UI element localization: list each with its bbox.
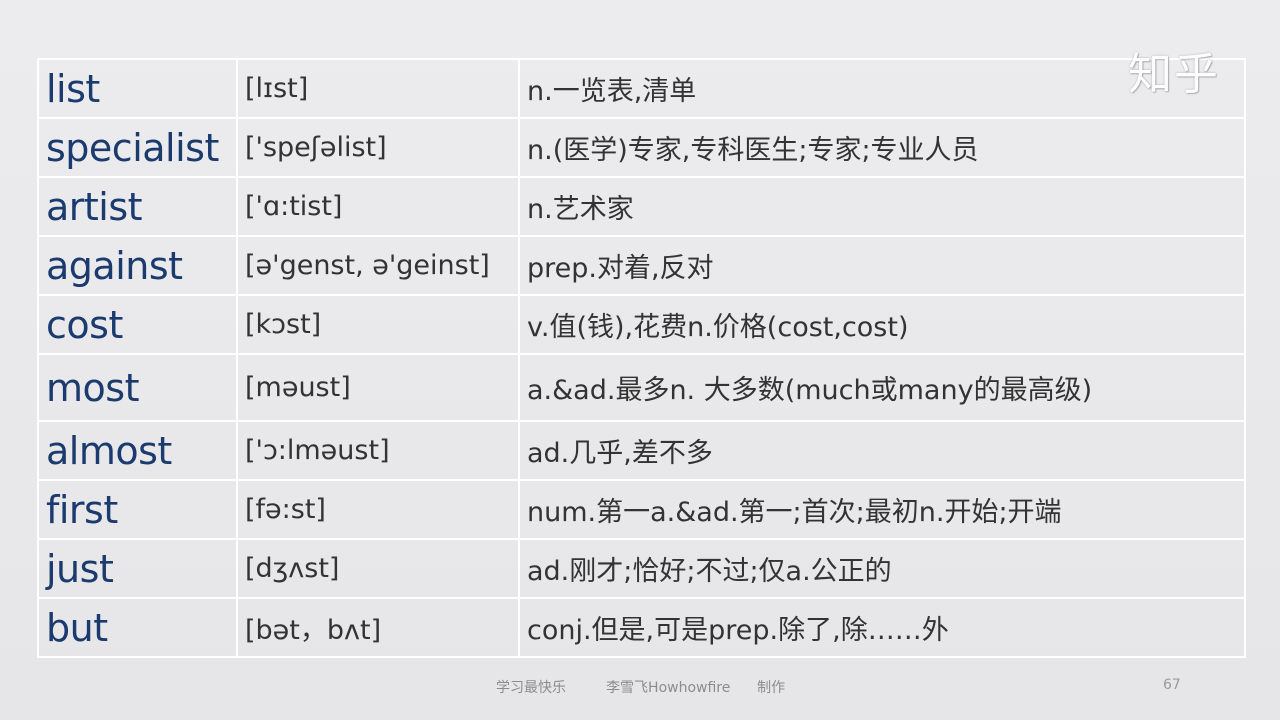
phonetic-cell: [məust] — [236, 353, 520, 422]
table-row: first [fə:st] num.第一a.&ad.第一;首次;最初n.开始;开… — [37, 479, 1246, 540]
table-row: but [bət，bʌt] conj.但是,可是prep.除了,除……外 — [37, 597, 1246, 658]
meaning-cell: a.&ad.最多n. 大多数(much或many的最高级) — [518, 353, 1246, 422]
meaning-cell: n.艺术家 — [518, 176, 1246, 237]
footer-slogan: 学习最快乐 — [496, 680, 566, 696]
footer-author: 李雪飞Howhowfire — [606, 680, 731, 696]
meaning-cell: ad.刚才;恰好;不过;仅a.公正的 — [518, 538, 1246, 599]
word-cell: first — [37, 479, 238, 540]
phonetic-cell: [lɪst] — [236, 58, 520, 119]
meaning-cell: prep.对着,反对 — [518, 235, 1246, 296]
table-row: specialist ['speʃəlist] n.(医学)专家,专科医生;专家… — [37, 117, 1246, 178]
word-cell: list — [37, 58, 238, 119]
word-cell: but — [37, 597, 238, 658]
meaning-cell: conj.但是,可是prep.除了,除……外 — [518, 597, 1246, 658]
phonetic-cell: [kɔst] — [236, 294, 520, 355]
word-cell: specialist — [37, 117, 238, 178]
phonetic-cell: ['ɑ:tist] — [236, 176, 520, 237]
vocabulary-table: list [lɪst] n.一览表,清单 specialist ['speʃəl… — [37, 58, 1246, 658]
word-cell: cost — [37, 294, 238, 355]
table-row: just [dʒʌst] ad.刚才;恰好;不过;仅a.公正的 — [37, 538, 1246, 599]
word-cell: most — [37, 353, 238, 422]
table-row: against [ə'genst, ə'geinst] prep.对着,反对 — [37, 235, 1246, 296]
phonetic-cell: ['ɔ:lməust] — [236, 420, 520, 481]
page-number: 67 — [1163, 677, 1181, 693]
slide: list [lɪst] n.一览表,清单 specialist ['speʃəl… — [0, 0, 1280, 720]
meaning-cell: v.值(钱),花费n.价格(cost,cost) — [518, 294, 1246, 355]
word-cell: artist — [37, 176, 238, 237]
table-row: cost [kɔst] v.值(钱),花费n.价格(cost,cost) — [37, 294, 1246, 355]
word-cell: just — [37, 538, 238, 599]
phonetic-cell: [fə:st] — [236, 479, 520, 540]
meaning-cell: ad.几乎,差不多 — [518, 420, 1246, 481]
footer-made: 制作 — [757, 680, 786, 696]
footer-credit: 学习最快乐 李雪飞Howhowfire 制作 — [496, 677, 785, 697]
meaning-cell: n.(医学)专家,专科医生;专家;专业人员 — [518, 117, 1246, 178]
meaning-cell: num.第一a.&ad.第一;首次;最初n.开始;开端 — [518, 479, 1246, 540]
table-row: list [lɪst] n.一览表,清单 — [37, 58, 1246, 119]
word-cell: against — [37, 235, 238, 296]
table-row: most [məust] a.&ad.最多n. 大多数(much或many的最高… — [37, 353, 1246, 422]
zhihu-watermark: 知乎 — [1128, 49, 1220, 100]
phonetic-cell: ['speʃəlist] — [236, 117, 520, 178]
table-row: almost ['ɔ:lməust] ad.几乎,差不多 — [37, 420, 1246, 481]
phonetic-cell: [bət，bʌt] — [236, 597, 520, 658]
word-cell: almost — [37, 420, 238, 481]
phonetic-cell: [ə'genst, ə'geinst] — [236, 235, 520, 296]
phonetic-cell: [dʒʌst] — [236, 538, 520, 599]
table-row: artist ['ɑ:tist] n.艺术家 — [37, 176, 1246, 237]
